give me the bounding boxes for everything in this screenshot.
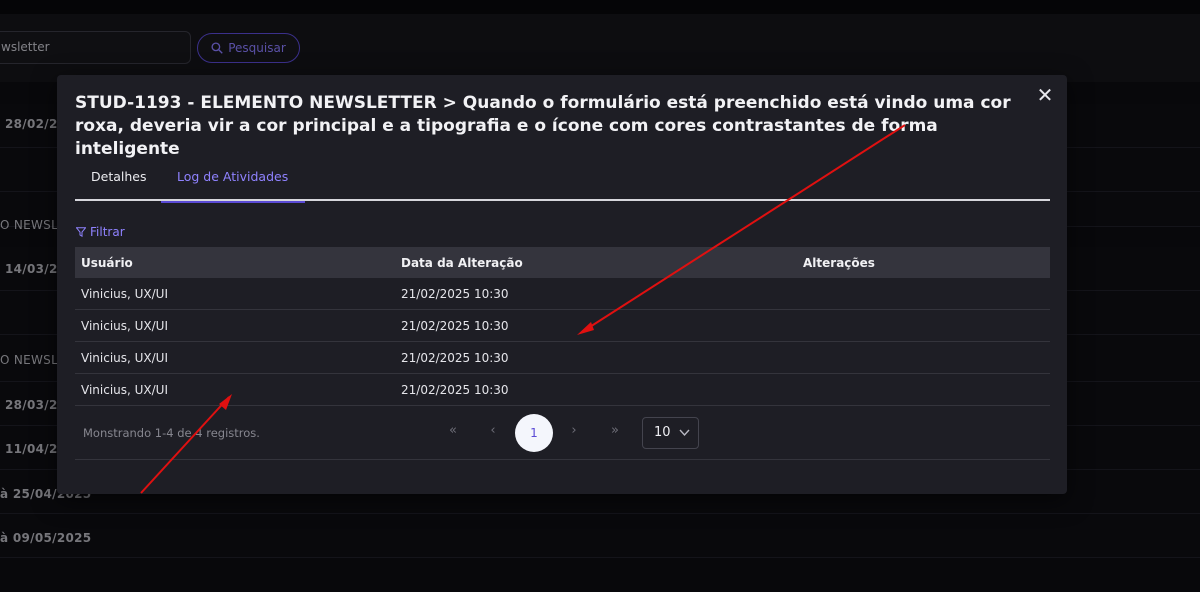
activity-log-modal: ✕ STUD-1193 - ELEMENTO NEWSLETTER > Quan…: [57, 75, 1067, 494]
prev-page-button[interactable]: ‹: [483, 423, 503, 438]
table-row[interactable]: Vinicius, UX/UI 21/02/2025 10:30: [75, 374, 1050, 406]
cell-date: 21/02/2025 10:30: [401, 286, 509, 301]
filter-label: Filtrar: [90, 225, 125, 239]
page-size-select[interactable]: 10: [642, 417, 699, 449]
filter-icon: [76, 227, 86, 237]
last-page-button[interactable]: »: [605, 423, 625, 438]
cell-user: Vinicius, UX/UI: [81, 286, 169, 301]
tab-bar: Detalhes Log de Atividades: [75, 161, 1050, 203]
column-header-changes: Alterações: [803, 255, 875, 270]
column-header-user: Usuário: [81, 255, 133, 270]
tab-activity-log[interactable]: Log de Atividades: [161, 161, 305, 203]
pagination-info: Monstrando 1-4 de 4 registros.: [83, 426, 260, 440]
activity-log-table: Usuário Data da Alteração Alterações Vin…: [75, 247, 1050, 406]
cell-user: Vinicius, UX/UI: [81, 318, 169, 333]
first-page-button[interactable]: «: [443, 423, 463, 438]
cell-date: 21/02/2025 10:30: [401, 382, 509, 397]
pagination-bar: Monstrando 1-4 de 4 registros. « ‹ 1 › »…: [75, 407, 1050, 460]
cell-date: 21/02/2025 10:30: [401, 350, 509, 365]
table-row[interactable]: Vinicius, UX/UI 21/02/2025 10:30: [75, 310, 1050, 342]
tab-details[interactable]: Detalhes: [75, 161, 162, 201]
column-header-date: Data da Alteração: [401, 255, 523, 270]
next-page-button[interactable]: ›: [564, 423, 584, 438]
modal-title: STUD-1193 - ELEMENTO NEWSLETTER > Quando…: [75, 93, 1011, 159]
chevron-down-icon: [679, 418, 690, 460]
table-row[interactable]: Vinicius, UX/UI 21/02/2025 10:30: [75, 278, 1050, 310]
table-header: Usuário Data da Alteração Alterações: [75, 247, 1050, 278]
table-row[interactable]: Vinicius, UX/UI 21/02/2025 10:30: [75, 342, 1050, 374]
cell-user: Vinicius, UX/UI: [81, 350, 169, 365]
cell-user: Vinicius, UX/UI: [81, 382, 169, 397]
page-1-button[interactable]: 1: [515, 414, 553, 452]
filter-button[interactable]: Filtrar: [76, 225, 125, 239]
page-size-value: 10: [654, 425, 671, 440]
cell-date: 21/02/2025 10:30: [401, 318, 509, 333]
